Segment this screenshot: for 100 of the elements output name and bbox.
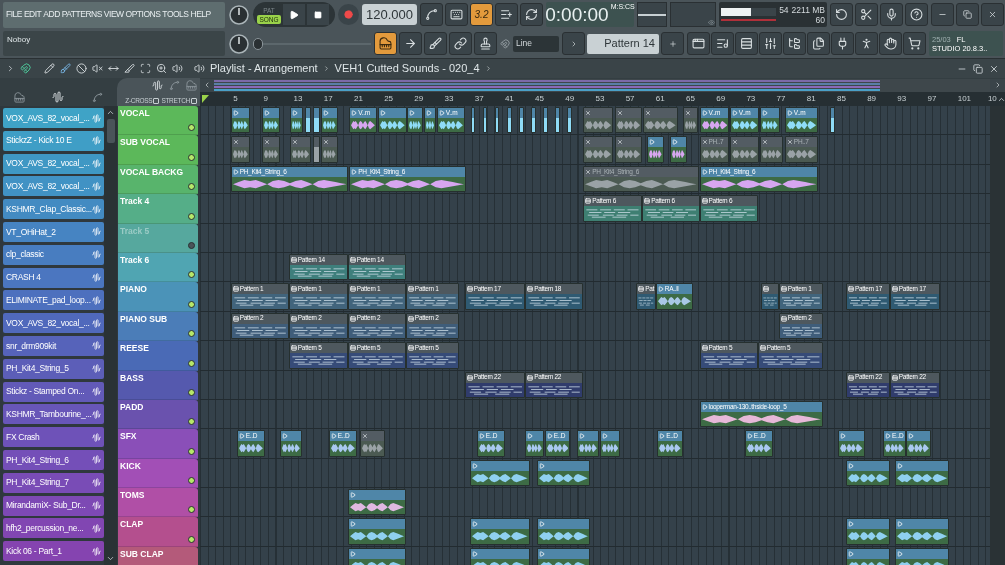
ruler-label: 25 [383, 95, 395, 103]
ruler-label: 81 [805, 95, 817, 103]
track-header[interactable]: Track 4 [118, 194, 198, 224]
channel-button[interactable]: MirandamiX- Sub_Dr... [3, 495, 104, 516]
channel-name: Kick 06 - Part_1 [6, 544, 62, 558]
menu-item[interactable]: PATTERNS [61, 8, 102, 21]
channel-button[interactable]: KSHMR_Clap_Classic... [3, 199, 104, 220]
track-name: PIANO SUB [120, 312, 169, 326]
menu-item[interactable]: OPTIONS [125, 8, 161, 21]
track-header[interactable]: REESE [118, 341, 198, 371]
menu-item[interactable]: TOOLS [162, 8, 189, 21]
track-header[interactable]: KICK [118, 458, 198, 489]
hint-text: Noboy [7, 34, 32, 46]
channel-button[interactable]: PH_Kit4_String_5 [3, 358, 104, 379]
ruler-label: 17 [322, 95, 334, 103]
ruler-label: 77 [775, 95, 787, 103]
ruler-label: 53 [594, 95, 606, 103]
ruler-label: 93 [896, 95, 908, 103]
menu-item[interactable]: VIEW [103, 8, 124, 21]
track-header[interactable]: Track 6 [118, 252, 198, 283]
channel-button[interactable]: Stickz - Stamped On... [3, 381, 104, 402]
ruler-label: 37 [473, 95, 485, 103]
ruler-label: 21 [352, 95, 364, 103]
ruler-label: 57 [624, 95, 636, 103]
channel-button[interactable]: PH_Kit4_String_6 [3, 449, 104, 470]
track-name: SUB VOCAL [120, 136, 172, 150]
channel-button[interactable]: clp_classic [3, 244, 104, 265]
channel-name: StickzZ - Kick 10 E [6, 134, 72, 148]
track-name: PIANO [120, 283, 148, 297]
channel-button[interactable]: KSHMR_Tambourine_... [3, 404, 104, 425]
channel-button[interactable]: PH_Kit4_String_7 [3, 472, 104, 493]
track-header[interactable]: CLAP [118, 517, 198, 547]
channel-name: PH_Kit4_String_7 [6, 476, 69, 490]
channel-button[interactable]: StickzZ - Kick 10 E [3, 130, 104, 151]
track-header[interactable]: TOMS [118, 488, 198, 518]
channel-button[interactable]: snr_drm909kit [3, 335, 104, 356]
channel-button[interactable]: VOX_AVS_82_vocal_... [3, 153, 104, 174]
channel-name: hfh2_percussion_ne... [6, 521, 84, 535]
ruler-label: 10 [986, 95, 997, 103]
channel-name: KSHMR_Tambourine_... [6, 408, 92, 421]
menu-item[interactable]: ADD [43, 8, 60, 21]
channel-name: snr_drm909kit [6, 339, 56, 353]
ruler-label: 13 [292, 95, 304, 103]
ruler-label: 9 [262, 95, 269, 103]
ruler-label: 49 [564, 95, 576, 103]
ruler-label: 69 [715, 95, 727, 103]
track-name: Track 6 [120, 253, 151, 267]
snap-dropdown[interactable]: Line [513, 35, 559, 52]
track-name: BASS [120, 371, 145, 385]
channel-name: VOX_AVS_82_vocal_... [6, 316, 90, 330]
tempo-field[interactable]: 120.000 [362, 4, 417, 25]
track-name: Track 5 [120, 224, 151, 238]
track-header[interactable]: SFX [118, 429, 198, 459]
track-name: CLAP [120, 518, 145, 532]
track-header[interactable]: BASS [118, 370, 198, 400]
ruler-label: 45 [534, 95, 545, 103]
channel-button[interactable]: FX Crash [3, 427, 104, 448]
ruler-label: 61 [654, 95, 666, 103]
track-header[interactable]: PADD [118, 399, 198, 430]
ruler-label: 73 [745, 95, 757, 103]
channel-name: Stickz - Stamped On... [6, 385, 85, 398]
channel-button[interactable]: CRASH 4 [3, 267, 104, 288]
channel-name: KSHMR_Clap_Classic... [6, 202, 92, 216]
channel-name: CRASH 4 [6, 271, 41, 284]
menu-item[interactable]: FILE [6, 8, 22, 21]
ruler-label: 41 [503, 95, 515, 103]
track-name: Track 4 [120, 195, 151, 208]
channel-button[interactable]: Kick 06 - Part_1 [3, 541, 104, 562]
ruler-label: 85 [835, 95, 847, 103]
channel-name: VT_OHiHat_2 [6, 225, 56, 239]
track-header[interactable]: PIANO [118, 282, 198, 312]
channel-button[interactable]: ELIMINATE_pad_loop... [3, 290, 104, 311]
ruler-label: 101 [956, 95, 973, 103]
channel-name: VOX_AVS_82_vocal_... [6, 157, 90, 170]
track-name: VOCAL BACKG [120, 165, 185, 179]
ruler-label: 89 [866, 95, 878, 103]
channel-name: MirandamiX- Sub_Dr... [6, 499, 86, 512]
ruler-label: 29 [413, 95, 425, 103]
channel-button[interactable]: VOX_AVS_82_vocal_... [3, 313, 104, 334]
memory-value: 2211 MB [791, 4, 825, 15]
menu-item[interactable]: EDIT [23, 8, 42, 21]
track-name: REESE [120, 342, 150, 355]
cpu-value: 54 [779, 4, 789, 15]
track-name: TOMS [120, 489, 146, 502]
ruler-label: 33 [443, 95, 455, 103]
channel-button[interactable]: VT_OHiHat_2 [3, 222, 104, 242]
pattern-selector[interactable]: Pattern 14 [587, 33, 659, 54]
channel-name: VOX_AVS_82_vocal_... [6, 111, 90, 125]
polyphony-value: 60 [815, 14, 825, 25]
channel-button[interactable]: hfh2_percussion_ne... [3, 518, 104, 539]
ruler-label: 65 [685, 95, 696, 103]
menu-item[interactable]: HELP [190, 8, 211, 21]
channel-name: FX Crash [6, 430, 40, 444]
pattern-title: VEH1 Cutted Sounds - 020_4 [334, 61, 480, 77]
channel-name: VOX_AVS_82_vocal_... [6, 180, 90, 193]
mode-button[interactable]: 3.2 [470, 3, 493, 26]
channel-button[interactable]: VOX_AVS_82_vocal_... [3, 176, 104, 197]
channel-button[interactable]: VOX_AVS_82_vocal_... [3, 108, 104, 128]
track-name: PADD [120, 400, 145, 414]
track-header[interactable]: PIANO SUB [118, 311, 198, 342]
